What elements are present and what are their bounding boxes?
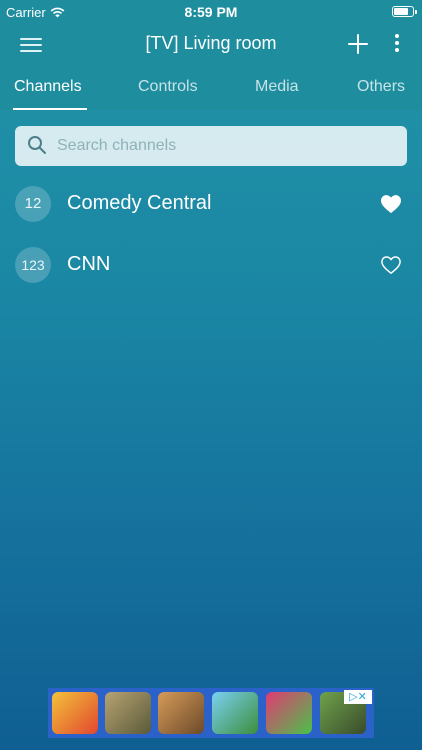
ad-tile-image[interactable] — [266, 692, 312, 734]
search-input[interactable] — [57, 136, 387, 156]
tab-controls[interactable]: Controls — [138, 78, 198, 96]
ad-tile-image[interactable] — [212, 692, 258, 734]
status-time: 8:59 PM — [184, 4, 238, 20]
ad-tile-image[interactable] — [105, 692, 151, 734]
add-button[interactable] — [346, 32, 370, 56]
channel-row[interactable]: 123 CNN — [0, 243, 422, 293]
search-icon — [28, 136, 46, 154]
favorite-heart-filled-icon[interactable] — [380, 194, 402, 214]
channel-name: CNN — [67, 253, 111, 275]
tab-media[interactable]: Media — [255, 78, 299, 96]
ad-tile-image[interactable] — [158, 692, 204, 734]
ad-close-icon[interactable]: ▷✕ — [344, 690, 372, 704]
channel-number: 12 — [15, 186, 51, 222]
tab-bar: Channels Controls Media Others — [0, 64, 422, 110]
status-bar: Carrier 8:59 PM — [0, 0, 422, 24]
channel-number: 123 — [15, 247, 51, 283]
active-tab-indicator — [13, 108, 87, 110]
search-bar[interactable] — [15, 126, 407, 166]
tab-channels[interactable]: Channels — [14, 78, 82, 96]
tab-others[interactable]: Others — [357, 78, 405, 96]
more-options-icon[interactable] — [392, 34, 402, 54]
ad-tile-image[interactable] — [52, 692, 98, 734]
channel-row[interactable]: 12 Comedy Central — [0, 182, 422, 232]
channel-name: Comedy Central — [67, 192, 212, 214]
ad-banner[interactable] — [48, 688, 374, 738]
battery-icon — [392, 6, 417, 17]
favorite-heart-outline-icon[interactable] — [380, 255, 402, 275]
navigation-bar: [TV] Living room — [0, 24, 422, 64]
